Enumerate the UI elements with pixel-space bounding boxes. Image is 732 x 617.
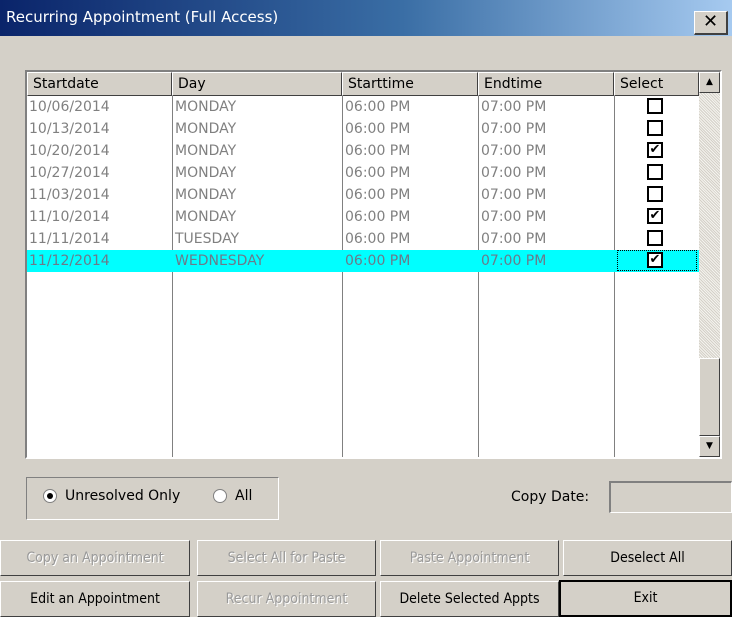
deselect-all-button[interactable]: Deselect All: [563, 540, 732, 576]
title-bar: Recurring Appointment (Full Access) ✕: [0, 0, 732, 36]
cell-day: TUESDAY: [175, 231, 240, 247]
cell-endtime: 07:00 PM: [481, 187, 547, 203]
edit-appointment-button[interactable]: Edit an Appointment: [0, 581, 190, 617]
cell-startdate: 10/13/2014: [29, 121, 110, 137]
table-row[interactable]: 10/20/2014 MONDAY 06:00 PM 07:00 PM ✔: [27, 140, 699, 162]
radio-unresolved-only[interactable]: Unresolved Only: [43, 488, 180, 504]
cell-starttime: 06:00 PM: [345, 187, 411, 203]
copy-date-input[interactable]: [609, 481, 732, 513]
select-checkbox[interactable]: [647, 230, 663, 246]
cell-endtime: 07:00 PM: [481, 121, 547, 137]
table-row-selected[interactable]: 11/12/2014 WEDNESDAY 06:00 PM 07:00 PM ✔: [27, 250, 699, 272]
select-checkbox[interactable]: [647, 186, 663, 202]
select-checkbox[interactable]: [647, 164, 663, 180]
cell-endtime: 07:00 PM: [481, 253, 547, 269]
cell-startdate: 10/20/2014: [29, 143, 110, 159]
close-button[interactable]: ✕: [694, 11, 728, 35]
radio-all-label: All: [235, 488, 253, 504]
select-checkbox[interactable]: [647, 120, 663, 136]
column-header-select[interactable]: Select: [614, 72, 699, 96]
select-all-for-paste-button[interactable]: Select All for Paste: [197, 540, 376, 576]
appointments-grid: Startdate Day Starttime Endtime Select 1…: [25, 70, 722, 459]
radio-unresolved-label: Unresolved Only: [65, 488, 181, 504]
select-checkbox[interactable]: ✔: [647, 252, 663, 268]
radio-all[interactable]: All: [213, 488, 252, 504]
scroll-thumb[interactable]: [699, 358, 720, 436]
column-header-day[interactable]: Day: [172, 72, 342, 96]
delete-selected-appts-button[interactable]: Delete Selected Appts: [380, 581, 559, 617]
column-header-starttime[interactable]: Starttime: [342, 72, 478, 96]
cell-day: MONDAY: [175, 165, 237, 181]
cell-startdate: 11/03/2014: [29, 187, 110, 203]
cell-endtime: 07:00 PM: [481, 143, 547, 159]
window-title: Recurring Appointment (Full Access): [6, 8, 279, 26]
select-checkbox[interactable]: ✔: [647, 142, 663, 158]
cell-endtime: 07:00 PM: [481, 209, 547, 225]
cell-starttime: 06:00 PM: [345, 121, 411, 137]
exit-button[interactable]: Exit: [559, 580, 732, 617]
cell-endtime: 07:00 PM: [481, 165, 547, 181]
cell-day: MONDAY: [175, 121, 237, 137]
cell-endtime: 07:00 PM: [481, 231, 547, 247]
select-checkbox[interactable]: ✔: [647, 208, 663, 224]
table-row[interactable]: 11/10/2014 MONDAY 06:00 PM 07:00 PM ✔: [27, 206, 699, 228]
table-row[interactable]: 11/11/2014 TUESDAY 06:00 PM 07:00 PM: [27, 228, 699, 250]
select-checkbox[interactable]: [647, 98, 663, 114]
scroll-up-button[interactable]: ▲: [699, 72, 720, 93]
cell-starttime: 06:00 PM: [345, 231, 411, 247]
column-header-startdate[interactable]: Startdate: [27, 72, 172, 96]
cell-startdate: 10/27/2014: [29, 165, 110, 181]
vertical-scrollbar[interactable]: ▲ ▼: [699, 72, 720, 457]
cell-starttime: 06:00 PM: [345, 143, 411, 159]
column-header-endtime[interactable]: Endtime: [478, 72, 614, 96]
cell-startdate: 11/12/2014: [29, 253, 110, 269]
cell-starttime: 06:00 PM: [345, 165, 411, 181]
cell-starttime: 06:00 PM: [345, 99, 411, 115]
table-row[interactable]: 11/03/2014 MONDAY 06:00 PM 07:00 PM: [27, 184, 699, 206]
cell-day: MONDAY: [175, 99, 237, 115]
cell-day: MONDAY: [175, 143, 237, 159]
cell-endtime: 07:00 PM: [481, 99, 547, 115]
cell-day: WEDNESDAY: [175, 253, 265, 269]
cell-startdate: 10/06/2014: [29, 99, 110, 115]
table-row[interactable]: 10/27/2014 MONDAY 06:00 PM 07:00 PM: [27, 162, 699, 184]
radio-button-icon: [213, 489, 227, 503]
table-row[interactable]: 10/13/2014 MONDAY 06:00 PM 07:00 PM: [27, 118, 699, 140]
scroll-down-button[interactable]: ▼: [699, 436, 720, 457]
copy-date-label: Copy Date:: [511, 489, 590, 505]
cell-starttime: 06:00 PM: [345, 253, 411, 269]
cell-startdate: 11/10/2014: [29, 209, 110, 225]
recur-appointment-button[interactable]: Recur Appointment: [197, 581, 376, 617]
cell-startdate: 11/11/2014: [29, 231, 110, 247]
cell-day: MONDAY: [175, 209, 237, 225]
paste-appointment-button[interactable]: Paste Appointment: [380, 540, 559, 576]
filter-radio-group: Unresolved Only All: [26, 477, 279, 520]
cell-day: MONDAY: [175, 187, 237, 203]
radio-button-icon: [43, 489, 57, 503]
copy-appointment-button[interactable]: Copy an Appointment: [0, 540, 190, 576]
cell-starttime: 06:00 PM: [345, 209, 411, 225]
table-row[interactable]: 10/06/2014 MONDAY 06:00 PM 07:00 PM: [27, 96, 699, 118]
